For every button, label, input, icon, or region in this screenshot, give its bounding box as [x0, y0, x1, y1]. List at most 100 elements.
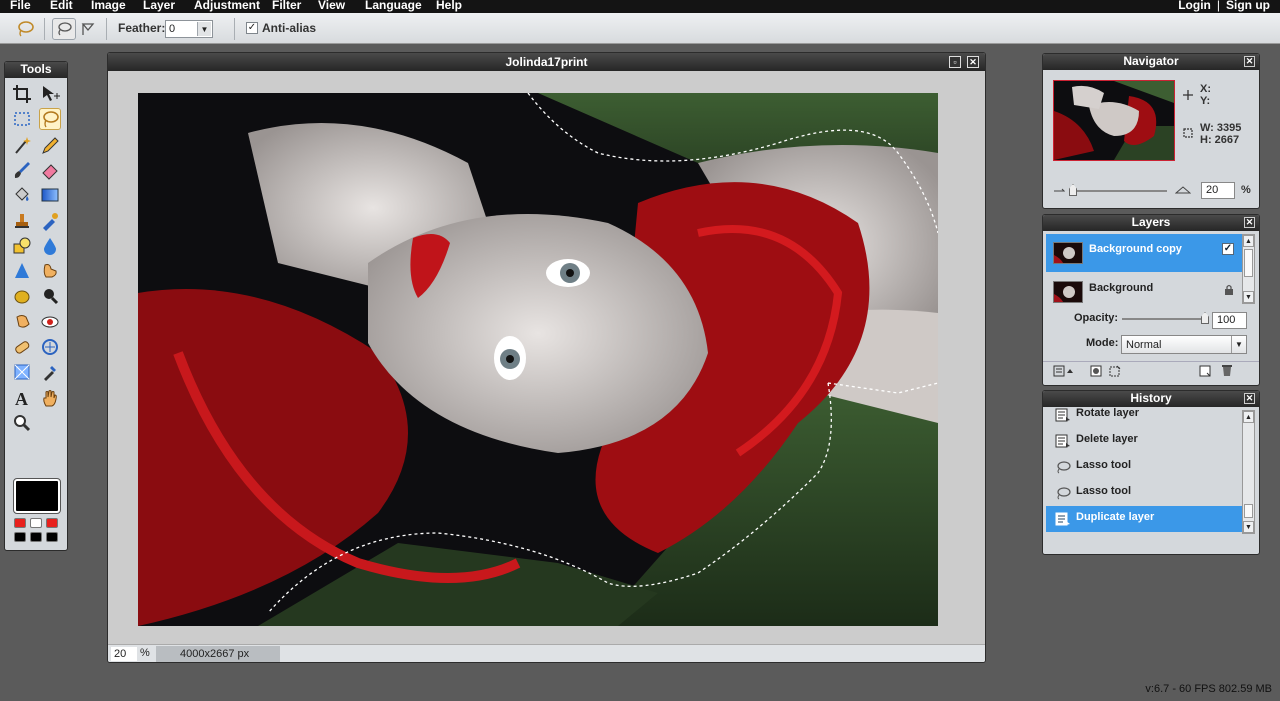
nav-zoom-slider-handle[interactable]	[1069, 184, 1077, 196]
menu-help[interactable]: Help	[436, 0, 462, 12]
menu-adjustment[interactable]: Adjustment	[194, 0, 260, 12]
history-item[interactable]: Lasso tool	[1046, 454, 1246, 480]
blur-icon[interactable]	[39, 235, 61, 257]
menu-filter[interactable]: Filter	[272, 0, 301, 12]
scroll-up-icon[interactable]: ▲	[1243, 235, 1254, 247]
menu-language[interactable]: Language	[365, 0, 422, 12]
foreground-color-swatch[interactable]	[13, 478, 61, 514]
feather-select[interactable]: 0 ▼	[165, 20, 213, 38]
opacity-input[interactable]: 100	[1212, 312, 1247, 329]
lasso-tool-indicator[interactable]	[13, 18, 37, 40]
layer-visibility-checkbox[interactable]: ✓	[1222, 243, 1234, 255]
navigator-title: Navigator ✕	[1043, 54, 1259, 70]
gradient-icon[interactable]	[39, 184, 61, 206]
spot-heal-icon[interactable]	[11, 336, 33, 358]
history-item[interactable]: Rotate layer	[1046, 402, 1246, 428]
chevron-down-icon[interactable]: ▼	[1231, 336, 1246, 353]
image-canvas[interactable]	[138, 93, 938, 626]
zoom-input[interactable]: 20	[111, 647, 137, 661]
mode-label: Mode:	[1086, 337, 1119, 349]
brush-icon[interactable]	[11, 159, 33, 181]
scroll-up-icon[interactable]: ▲	[1243, 411, 1254, 423]
swatch-black[interactable]	[46, 532, 58, 542]
login-link[interactable]: Login	[1178, 0, 1211, 12]
lasso-mode-button[interactable]	[52, 18, 76, 40]
menu-view[interactable]: View	[318, 0, 345, 12]
layers-scrollbar[interactable]: ▲ ▼	[1242, 234, 1255, 304]
scroll-thumb[interactable]	[1244, 504, 1253, 518]
shapes-icon[interactable]	[11, 235, 33, 257]
nav-zoom-slider-track[interactable]	[1069, 190, 1167, 192]
opacity-slider-handle[interactable]	[1201, 312, 1209, 324]
smudge-icon[interactable]	[39, 260, 61, 282]
close-icon[interactable]: ✕	[1244, 217, 1255, 228]
pencil-icon[interactable]	[39, 134, 61, 156]
pinch-icon[interactable]	[11, 361, 33, 383]
chevron-down-icon[interactable]: ▼	[197, 22, 211, 36]
menu-image[interactable]: Image	[91, 0, 126, 12]
image-size-label: 4000x2667 px	[156, 646, 280, 662]
dodge-icon[interactable]	[11, 311, 33, 333]
lasso-icon	[58, 22, 72, 36]
scroll-down-icon[interactable]: ▼	[1243, 521, 1254, 533]
tools-panel: Tools A	[4, 61, 68, 551]
lasso-icon[interactable]	[39, 108, 61, 131]
bloat-icon[interactable]	[39, 336, 61, 358]
signup-link[interactable]: Sign up	[1226, 0, 1270, 12]
nav-y-label: Y:	[1200, 95, 1211, 107]
burn-icon[interactable]	[39, 285, 61, 307]
zoom-icon[interactable]	[11, 412, 33, 434]
color-picker-icon[interactable]	[39, 361, 61, 383]
swatch-black[interactable]	[14, 532, 26, 542]
red-eye-icon[interactable]	[39, 311, 61, 333]
history-item[interactable]: Delete layer	[1046, 428, 1246, 454]
eraser-icon[interactable]	[39, 159, 61, 181]
blend-mode-value: Normal	[1126, 339, 1162, 351]
maximize-icon[interactable]: ▫	[949, 56, 961, 68]
menu-file[interactable]: File	[10, 0, 31, 12]
sharpen-icon[interactable]	[11, 260, 33, 282]
selection-size-icon	[1183, 128, 1193, 138]
paint-bucket-icon[interactable]	[11, 184, 33, 206]
close-icon[interactable]: ✕	[967, 56, 979, 68]
swatch-red[interactable]	[14, 518, 26, 528]
nav-zoom-input[interactable]: 20	[1201, 182, 1235, 199]
swatch-red[interactable]	[46, 518, 58, 528]
color-replace-icon[interactable]	[39, 210, 61, 232]
svg-text:A: A	[15, 389, 28, 408]
options-bar: Feather: 0 ▼ ✓ Anti-alias	[0, 13, 1280, 44]
menu-layer[interactable]: Layer	[143, 0, 175, 12]
menu-edit[interactable]: Edit	[50, 0, 73, 12]
divider	[106, 18, 107, 40]
layer-mask-icon	[1090, 365, 1102, 377]
history-item-selected[interactable]: Duplicate layer	[1046, 506, 1246, 532]
layer-item[interactable]: Background	[1046, 273, 1246, 311]
move-icon[interactable]	[39, 83, 61, 105]
close-icon[interactable]: ✕	[1244, 56, 1255, 67]
crop-icon[interactable]	[11, 83, 33, 105]
type-icon[interactable]: A	[11, 387, 33, 409]
polygon-lasso-icon	[81, 23, 95, 35]
opacity-label: Opacity:	[1074, 312, 1119, 324]
opacity-slider-track[interactable]	[1122, 318, 1207, 320]
history-item[interactable]: Lasso tool	[1046, 480, 1246, 506]
polygon-lasso-button[interactable]	[76, 18, 100, 40]
magic-wand-icon[interactable]	[11, 134, 33, 156]
history-scrollbar[interactable]: ▲ ▼	[1242, 410, 1255, 534]
hand-icon[interactable]	[39, 387, 61, 409]
blend-mode-select[interactable]: Normal ▼	[1121, 335, 1247, 354]
divider	[1043, 361, 1259, 362]
navigator-thumbnail[interactable]	[1053, 80, 1175, 161]
layer-icon	[1055, 408, 1070, 422]
layers-title: Layers ✕	[1043, 215, 1259, 231]
marquee-icon[interactable]	[11, 108, 33, 130]
scroll-down-icon[interactable]: ▼	[1243, 291, 1254, 303]
sponge-icon[interactable]	[11, 285, 33, 307]
lasso-icon	[1057, 461, 1071, 474]
antialias-checkbox[interactable]: ✓	[246, 22, 258, 34]
scroll-thumb[interactable]	[1244, 249, 1253, 277]
swatch-black[interactable]	[30, 532, 42, 542]
layer-item[interactable]: Background copy ✓	[1046, 234, 1246, 272]
swatch-white[interactable]	[30, 518, 42, 528]
clone-stamp-icon[interactable]	[11, 210, 33, 232]
